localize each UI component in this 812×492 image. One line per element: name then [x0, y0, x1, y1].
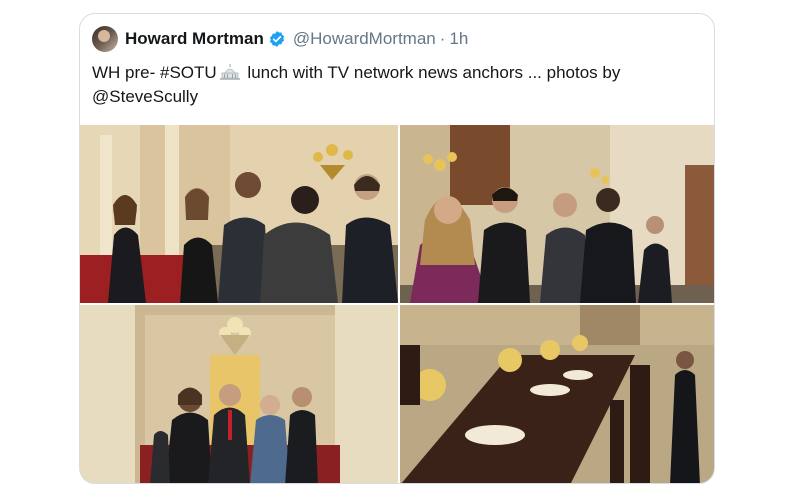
capitol-building-icon	[219, 64, 240, 80]
photo-anchors-talking[interactable]	[400, 125, 714, 303]
photo-reception-room[interactable]	[80, 125, 398, 303]
tweet-header: Howard Mortman @HowardMortman · 1h	[92, 26, 468, 52]
avatar[interactable]	[92, 26, 118, 52]
tweet-text: WH pre- #SOTU lunch with TV network news…	[92, 61, 702, 109]
tweet-text-part1: WH pre- #SOTU	[92, 63, 217, 82]
author-handle[interactable]: @HowardMortman	[293, 29, 436, 49]
separator-dot: ·	[439, 29, 446, 48]
photo-lunch-table[interactable]	[400, 305, 714, 483]
tweet-card[interactable]: Howard Mortman @HowardMortman · 1h WH pr…	[79, 13, 715, 484]
mention-link[interactable]: @SteveScully	[92, 87, 198, 106]
tweet-text-part2: lunch with TV network news anchors ... p…	[242, 63, 621, 82]
media-grid	[80, 125, 714, 483]
photo-doorway-group[interactable]	[80, 305, 398, 483]
verified-badge-icon	[269, 31, 284, 47]
author-name[interactable]: Howard Mortman	[125, 29, 264, 49]
tweet-timestamp[interactable]: 1h	[449, 29, 468, 49]
